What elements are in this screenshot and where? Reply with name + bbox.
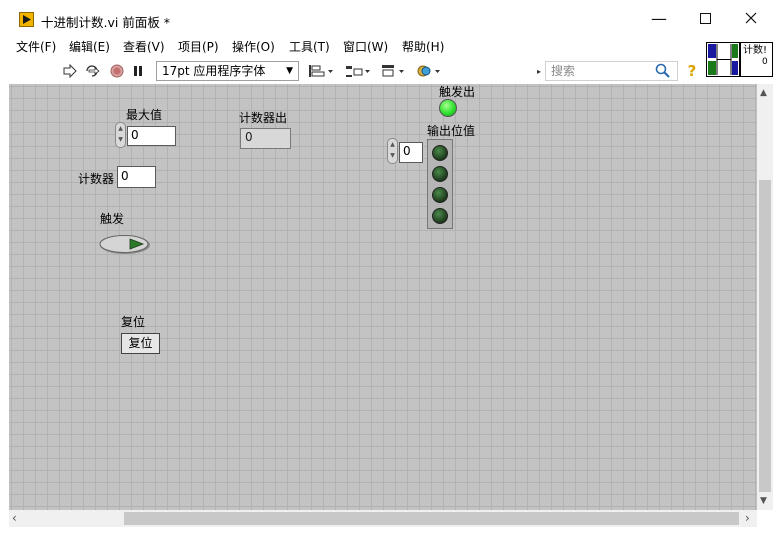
window-title: 十进制计数.vi 前面板 *: [41, 15, 171, 30]
resize-icon[interactable]: [380, 63, 408, 79]
trigger-out-label: 触发出: [439, 85, 476, 99]
font-select[interactable]: 17pt 应用程序字体 ▼: [156, 61, 299, 81]
scroll-right-icon[interactable]: ›: [745, 511, 750, 525]
output-bits-index[interactable]: 0: [399, 142, 423, 163]
output-bits-index-spinner[interactable]: ▲ ▼: [387, 138, 398, 164]
menu-window[interactable]: 窗口(W): [343, 38, 388, 55]
run-continuously-icon[interactable]: [83, 63, 101, 79]
reset-label: 复位: [121, 315, 146, 329]
font-select-value: 17pt 应用程序字体: [162, 64, 266, 78]
menu-help[interactable]: 帮助(H): [402, 38, 444, 55]
chevron-down-icon: ▼: [286, 66, 293, 76]
counter-out-label: 计数器出: [239, 111, 288, 125]
output-bit-led: [432, 208, 448, 224]
abort-icon[interactable]: [109, 63, 125, 79]
counter-label: 计数器: [78, 172, 115, 186]
trigger-out-led: [439, 99, 457, 117]
menu-file[interactable]: 文件(F): [16, 38, 56, 55]
counter-out-value: 0: [240, 128, 291, 149]
menu-project[interactable]: 项目(P): [178, 38, 219, 55]
menu-operate[interactable]: 操作(O): [232, 38, 275, 55]
output-bit-led: [432, 187, 448, 203]
trigger-button[interactable]: [99, 233, 151, 255]
vi-icon-text: 计数!: [743, 45, 768, 56]
reorder-icon[interactable]: [416, 63, 444, 79]
pause-icon[interactable]: [131, 63, 145, 79]
search-icon[interactable]: [654, 63, 672, 79]
max-value-label: 最大值: [126, 108, 163, 122]
distribute-icon[interactable]: [344, 63, 372, 79]
help-icon[interactable]: ?: [684, 62, 700, 80]
output-bit-led: [432, 145, 448, 161]
menu-edit[interactable]: 编辑(E): [69, 38, 110, 55]
scroll-down-icon[interactable]: ▼: [760, 496, 767, 506]
counter-input[interactable]: 0: [117, 166, 156, 188]
minimize-icon[interactable]: —: [636, 0, 682, 36]
scroll-left-icon[interactable]: ‹: [12, 511, 17, 525]
max-value-spinner[interactable]: ▲ ▼: [115, 122, 126, 148]
vertical-scroll-thumb[interactable]: [759, 180, 771, 492]
horizontal-scroll-thumb[interactable]: [124, 512, 739, 525]
maximize-icon[interactable]: [682, 0, 728, 36]
menu-tools[interactable]: 工具(T): [289, 38, 330, 55]
vi-icon-value: 0: [762, 57, 768, 67]
labview-app-icon[interactable]: [19, 12, 34, 27]
trigger-label: 触发: [100, 212, 125, 226]
close-icon[interactable]: [728, 0, 774, 36]
scroll-up-icon[interactable]: ▲: [760, 88, 767, 98]
output-bits-label: 输出位值: [427, 124, 476, 138]
reset-button[interactable]: 复位: [121, 333, 160, 354]
connector-pane[interactable]: 计数! 0: [706, 42, 774, 78]
align-icon[interactable]: [307, 63, 335, 79]
search-expand-icon[interactable]: ▸: [535, 63, 543, 79]
max-value-input[interactable]: 0: [127, 126, 176, 146]
menu-view[interactable]: 查看(V): [123, 38, 165, 55]
output-bit-led: [432, 166, 448, 182]
run-arrow-icon[interactable]: [62, 63, 78, 79]
